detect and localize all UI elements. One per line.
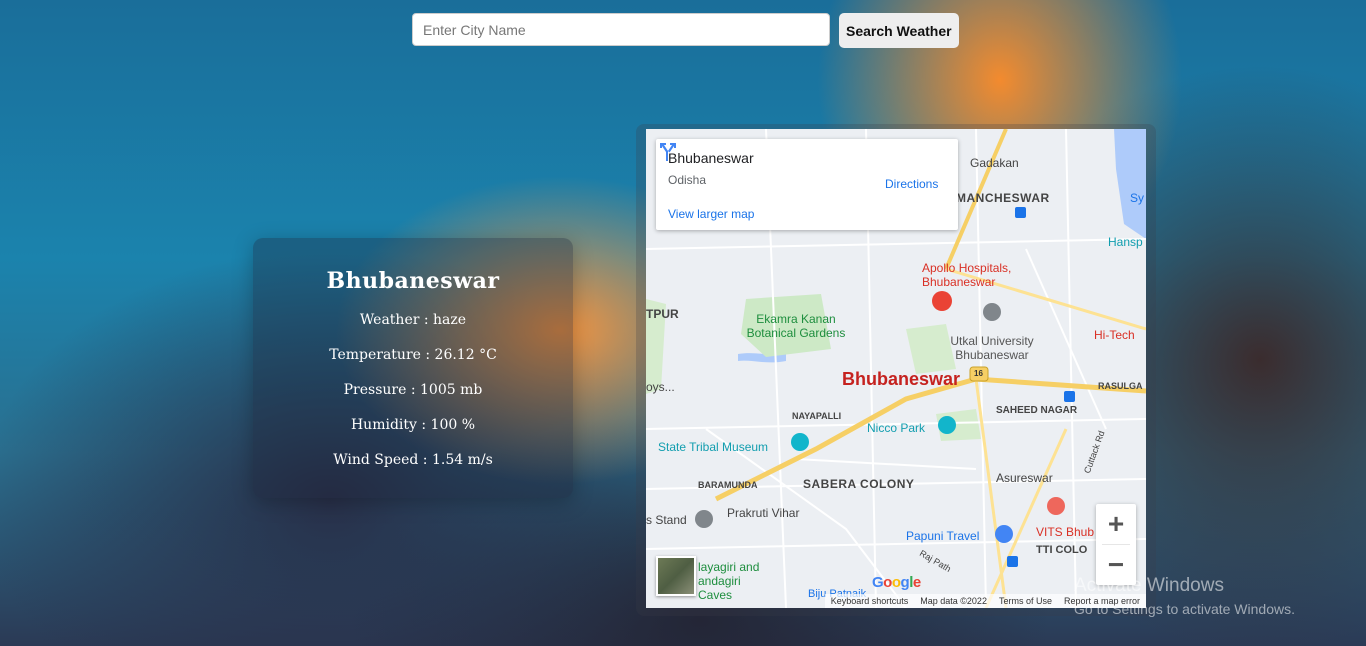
- activate-windows-title: Activate Windows: [1074, 575, 1224, 596]
- map-label: MANCHESWAR: [956, 191, 1050, 205]
- map-label: NAYAPALLI: [792, 411, 842, 421]
- google-logo: Google: [872, 574, 921, 591]
- satellite-view-toggle[interactable]: [656, 556, 696, 596]
- map-label: Ekamra Kanan Botanical Gardens: [746, 312, 846, 340]
- map-label: Nicco Park: [867, 421, 926, 435]
- zoom-controls: + −: [1096, 504, 1136, 585]
- pressure: Pressure : 1005 mb: [343, 382, 483, 398]
- map-label: layagiri and andagiri Caves: [698, 560, 760, 602]
- transit-icon: [1007, 556, 1018, 567]
- directions-icon[interactable]: [656, 139, 680, 163]
- weather-card: Bhubaneswar Weather : haze Temperature :…: [253, 238, 573, 498]
- search-weather-button[interactable]: Search Weather: [839, 13, 959, 48]
- map-label: s Stand: [646, 513, 687, 527]
- map-label: Papuni Travel: [906, 529, 980, 543]
- weather-description: Weather : haze: [359, 312, 467, 328]
- terms-of-use-link[interactable]: Terms of Use: [999, 596, 1052, 606]
- map-label: Sy: [1130, 191, 1145, 205]
- city-map-label: Bhubaneswar: [842, 369, 961, 389]
- city-search-input[interactable]: [412, 13, 830, 46]
- city-name: Bhubaneswar: [326, 268, 500, 294]
- keyboard-shortcuts-link[interactable]: Keyboard shortcuts: [831, 596, 909, 606]
- map-label: TPUR: [646, 307, 679, 321]
- map-label: Apollo Hospitals, Bhubaneswar: [922, 261, 1012, 289]
- map-label: VITS Bhub: [1036, 525, 1095, 539]
- view-larger-map-link[interactable]: View larger map: [668, 207, 754, 221]
- water-body: [1114, 129, 1146, 239]
- map-label: State Tribal Museum: [658, 440, 769, 454]
- bus-stand-pin: [695, 510, 713, 528]
- embedded-map[interactable]: Gadakan MANCHESWAR Sy Hansp TPUR Apollo …: [646, 129, 1146, 608]
- place-title: Bhubaneswar: [668, 150, 754, 166]
- map-label: Hansp: [1108, 235, 1143, 249]
- map-label: Gadakan: [970, 156, 1019, 170]
- wind-speed: Wind Speed : 1.54 m/s: [333, 452, 493, 468]
- park-pin: [938, 416, 956, 434]
- humidity: Humidity : 100 %: [350, 417, 476, 433]
- map-data-text: Map data ©2022: [920, 596, 987, 606]
- highway-number: 16: [974, 369, 983, 378]
- transit-icon: [1064, 391, 1075, 402]
- hospital-pin: [932, 291, 952, 311]
- map-label: TTI COLO: [1036, 544, 1088, 556]
- university-pin: [983, 303, 1001, 321]
- map-label: BARAMUNDA: [698, 480, 758, 490]
- place-region: Odisha: [668, 173, 707, 187]
- road: [984, 428, 1068, 608]
- map-label: SABERA COLONY: [803, 477, 915, 491]
- activate-windows-subtitle: Go to Settings to activate Windows.: [1074, 601, 1295, 617]
- map-label: oys...: [646, 380, 675, 394]
- temperature: Temperature : 26.12 °C: [329, 347, 497, 363]
- place-info-card: Bhubaneswar Odisha View larger map Direc…: [656, 139, 958, 230]
- map-label: Hi-Tech: [1094, 328, 1135, 342]
- hotel-pin: [1047, 497, 1065, 515]
- map-label: Prakruti Vihar: [727, 506, 800, 520]
- zoom-in-button[interactable]: +: [1096, 504, 1136, 544]
- map-label: RASULGA: [1098, 381, 1143, 391]
- activate-windows-watermark: Activate Windows Go to Settings to activ…: [1074, 575, 1295, 617]
- map-label: Utkal University Bhubaneswar: [950, 334, 1034, 362]
- map-label: SAHEED NAGAR: [996, 405, 1078, 416]
- directions-link[interactable]: Directions: [885, 177, 938, 191]
- search-bar: Search Weather: [412, 13, 959, 48]
- map-label: Asureswar: [996, 471, 1053, 485]
- transit-icon: [1015, 207, 1026, 218]
- museum-pin: [791, 433, 809, 451]
- travel-pin: [995, 525, 1013, 543]
